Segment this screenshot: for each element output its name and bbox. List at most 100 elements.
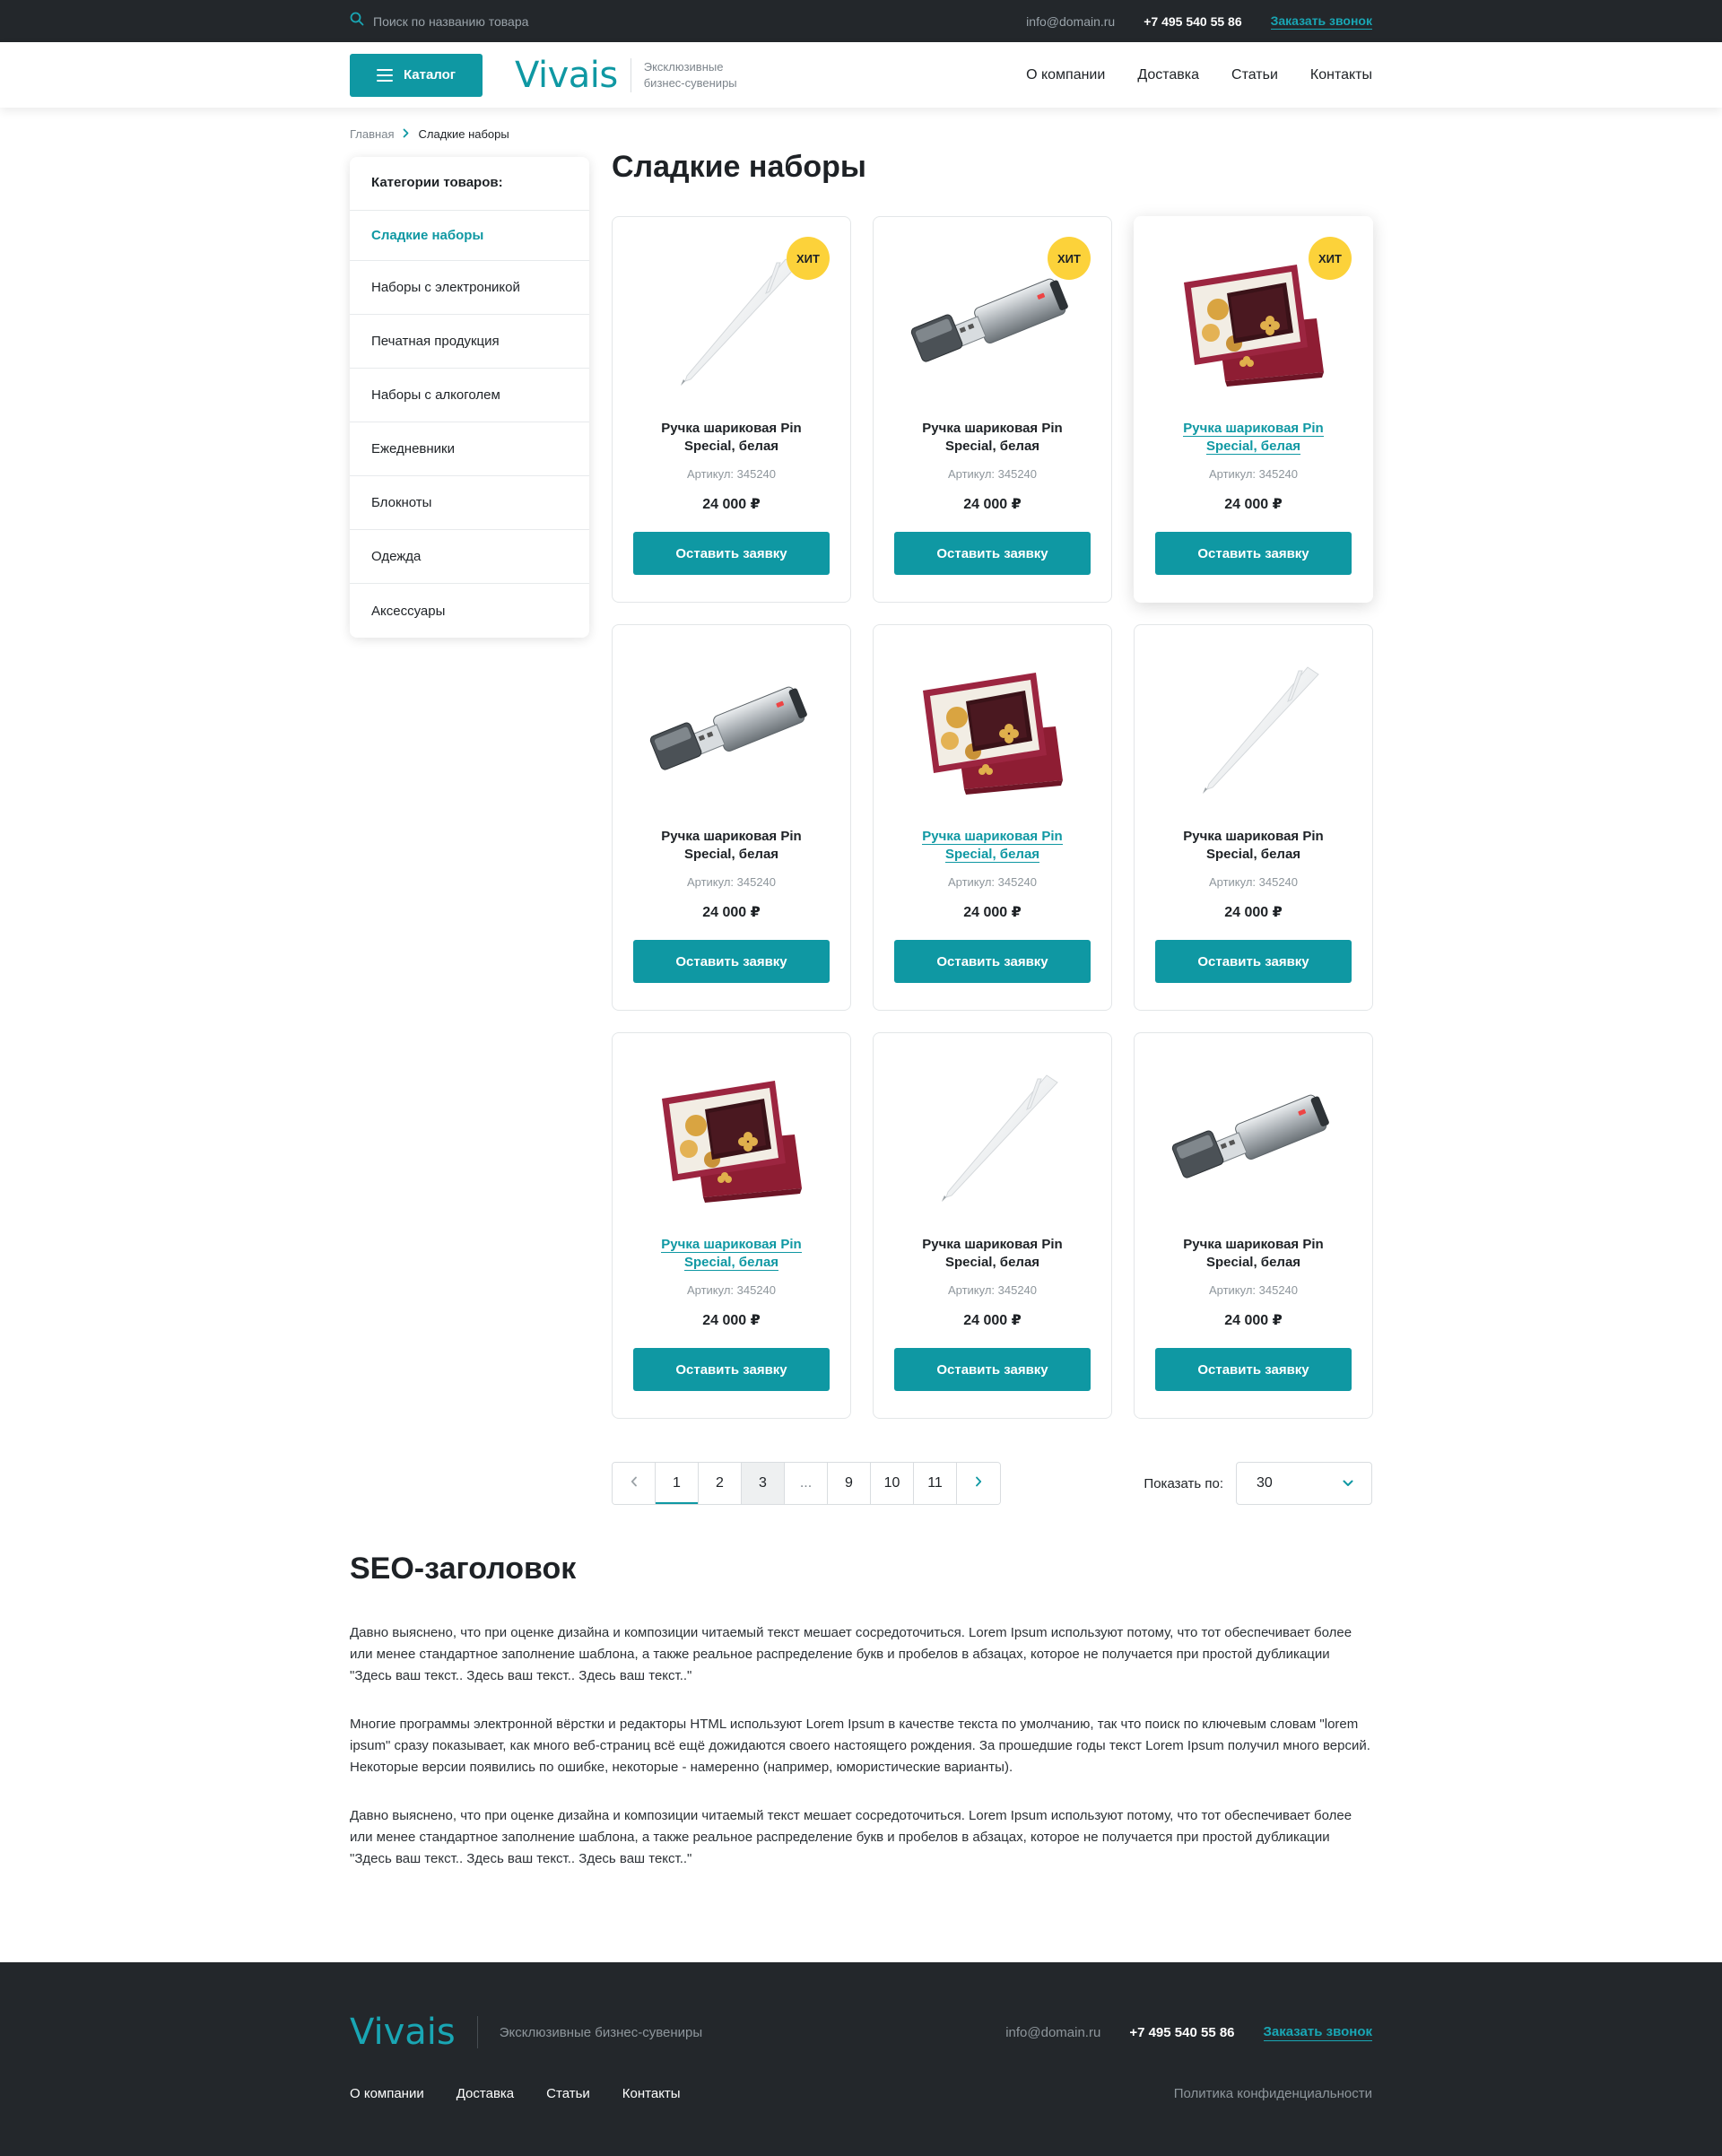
sidebar-item-accessories[interactable]: Аксессуары	[350, 584, 589, 638]
footer-callback-link[interactable]: Заказать звонок	[1263, 2024, 1372, 2041]
product-card[interactable]: ХИТ Ручка шариковая Pin Special, белая Арт…	[612, 216, 851, 603]
footer-nav-about[interactable]: О компании	[350, 2086, 424, 2101]
page-button[interactable]: 10	[871, 1463, 914, 1504]
sidebar-item-notebooks[interactable]: Блокноты	[350, 476, 589, 530]
product-name[interactable]: Ручка шариковая Pin Special, белая	[647, 828, 817, 864]
product-card[interactable]: Ручка шариковая Pin Special, белая Артику…	[1134, 1032, 1373, 1419]
product-price: 24 000 ₽	[1224, 1313, 1283, 1328]
product-price: 24 000 ₽	[702, 497, 761, 512]
pagination: 1 2 3... 9 10 11	[612, 1462, 1001, 1505]
footer-nav-delivery[interactable]: Доставка	[457, 2086, 514, 2101]
product-grid: ХИТ Ручка шариковая Pin Special, белая Арт…	[612, 216, 1373, 1419]
search-box[interactable]	[350, 12, 1026, 30]
catalog-button[interactable]: Каталог	[350, 53, 483, 97]
nav-delivery[interactable]: Доставка	[1137, 67, 1199, 83]
product-image[interactable]	[1135, 1033, 1372, 1221]
product-price: 24 000 ₽	[702, 1313, 761, 1328]
footer-nav-contacts[interactable]: Контакты	[622, 2086, 681, 2101]
product-name-text[interactable]: Ручка шариковая Pin Special, белая	[922, 421, 1062, 454]
next-page-button[interactable]	[957, 1463, 1000, 1504]
product-name-text[interactable]: Ручка шариковая Pin Special, белая	[1183, 421, 1324, 455]
product-sku: Артикул: 345240	[686, 467, 777, 481]
sidebar-item-diaries[interactable]: Ежедневники	[350, 422, 589, 476]
footer-nav: О компании Доставка Статьи Контакты	[350, 2086, 681, 2101]
sidebar-item-electronics-sets[interactable]: Наборы с электроникой	[350, 261, 589, 315]
breadcrumb-home[interactable]: Главная	[350, 127, 394, 141]
pen-image	[941, 1074, 1058, 1202]
request-button[interactable]: Оставить заявку	[894, 1348, 1091, 1391]
product-card[interactable]: ХИТ Ручка шариковая Pin Special, белая Арт…	[873, 216, 1112, 603]
seo-paragraph: Многие программы электронной вёрстки и р…	[350, 1717, 1370, 1775]
product-name-text[interactable]: Ручка шариковая Pin Special, белая	[1183, 1237, 1323, 1270]
hit-badge: ХИТ	[1048, 237, 1091, 280]
callback-link[interactable]: Заказать звонок	[1270, 13, 1372, 30]
request-button[interactable]: Оставить заявку	[894, 532, 1091, 575]
chevron-right-icon	[403, 127, 409, 141]
top-email[interactable]: info@domain.ru	[1026, 14, 1115, 29]
request-button[interactable]: Оставить заявку	[633, 1348, 830, 1391]
product-card[interactable]: Ручка шариковая Pin Special, белая Артику…	[873, 624, 1112, 1011]
page-button[interactable]: 3	[742, 1463, 785, 1504]
product-name-text[interactable]: Ручка шариковая Pin Special, белая	[922, 829, 1063, 863]
page-button[interactable]: 2	[699, 1463, 742, 1504]
footer-logo[interactable]: Vivais	[350, 2014, 456, 2050]
sidebar-item-printing[interactable]: Печатная продукция	[350, 315, 589, 369]
product-name[interactable]: Ручка шариковая Pin Special, белая	[908, 828, 1078, 864]
footer-email[interactable]: info@domain.ru	[1005, 2025, 1100, 2040]
product-image[interactable]	[613, 625, 850, 813]
tagline: Эксклюзивные бизнес-сувениры	[643, 59, 737, 90]
product-name-text[interactable]: Ручка шариковая Pin Special, белая	[661, 1237, 802, 1271]
product-name[interactable]: Ручка шариковая Pin Special, белая	[647, 1236, 817, 1272]
request-button[interactable]: Оставить заявку	[633, 940, 830, 983]
sidebar-item-alcohol-sets[interactable]: Наборы с алкоголем	[350, 369, 589, 422]
request-button[interactable]: Оставить заявку	[633, 532, 830, 575]
request-button[interactable]: Оставить заявку	[1155, 1348, 1352, 1391]
request-button[interactable]: Оставить заявку	[1155, 940, 1352, 983]
menu-icon	[376, 68, 393, 82]
product-name[interactable]: Ручка шариковая Pin Special, белая	[1169, 1236, 1339, 1272]
prev-page-button[interactable]	[613, 1463, 656, 1504]
sidebar-item-sweet-sets[interactable]: Сладкие наборы	[350, 211, 589, 261]
product-name[interactable]: Ручка шариковая Pin Special, белая	[647, 420, 817, 456]
product-name[interactable]: Ручка шариковая Pin Special, белая	[1169, 828, 1339, 864]
page-button[interactable]: 11	[914, 1463, 957, 1504]
request-button[interactable]: Оставить заявку	[1155, 532, 1352, 575]
request-button[interactable]: Оставить заявку	[894, 940, 1091, 983]
product-card[interactable]: Ручка шариковая Pin Special, белая Артику…	[612, 1032, 851, 1419]
sidebar-item-clothing[interactable]: Одежда	[350, 530, 589, 584]
footer-nav-articles[interactable]: Статьи	[546, 2086, 590, 2101]
product-image[interactable]	[1135, 625, 1372, 813]
per-page-value: 30	[1257, 1475, 1273, 1491]
nav-contacts[interactable]: Контакты	[1310, 67, 1372, 83]
product-image[interactable]	[874, 1033, 1111, 1221]
product-card[interactable]: Ручка шариковая Pin Special, белая Артику…	[1134, 624, 1373, 1011]
product-name-text[interactable]: Ручка шариковая Pin Special, белая	[661, 421, 801, 454]
product-card[interactable]: Ручка шариковая Pin Special, белая Артику…	[873, 1032, 1112, 1419]
category-sidebar: Категории товаров: Сладкие наборы Наборы…	[350, 157, 589, 638]
nav-articles[interactable]: Статьи	[1231, 67, 1278, 83]
product-name[interactable]: Ручка шариковая Pin Special, белая	[908, 420, 1078, 456]
breadcrumb-current: Сладкие наборы	[418, 127, 509, 141]
page-button[interactable]: 9	[828, 1463, 871, 1504]
product-name-text[interactable]: Ручка шариковая Pin Special, белая	[922, 1237, 1062, 1270]
per-page-select[interactable]: 30	[1236, 1462, 1372, 1505]
product-card[interactable]: ХИТ Ручка шариковая Pin Special, белая Арт…	[1134, 216, 1373, 603]
catalog-label: Каталог	[403, 67, 457, 83]
nav-about[interactable]: О компании	[1026, 67, 1105, 83]
product-name-text[interactable]: Ручка шариковая Pin Special, белая	[661, 829, 801, 862]
product-name[interactable]: Ручка шариковая Pin Special, белая	[1169, 420, 1339, 456]
product-name-text[interactable]: Ручка шариковая Pin Special, белая	[1183, 829, 1323, 862]
product-sku: Артикул: 345240	[1208, 875, 1299, 889]
footer-phone[interactable]: +7 495 540 55 86	[1129, 2025, 1234, 2040]
product-image[interactable]	[874, 625, 1111, 813]
product-card[interactable]: Ручка шариковая Pin Special, белая Артику…	[612, 624, 851, 1011]
search-icon[interactable]	[350, 12, 364, 30]
top-phone[interactable]: +7 495 540 55 86	[1144, 14, 1241, 29]
search-input[interactable]	[373, 13, 732, 29]
product-price: 24 000 ₽	[963, 1313, 1022, 1328]
product-image[interactable]	[613, 1033, 850, 1221]
product-name[interactable]: Ручка шариковая Pin Special, белая	[908, 1236, 1078, 1272]
privacy-policy-link[interactable]: Политика конфиденциальности	[1174, 2086, 1372, 2101]
page-button[interactable]: 1	[656, 1463, 699, 1504]
logo[interactable]: Vivais	[515, 57, 618, 93]
